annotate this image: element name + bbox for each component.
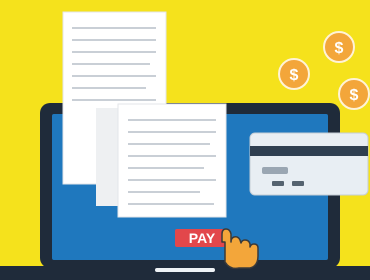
card-number-block bbox=[292, 181, 304, 186]
card-body bbox=[249, 132, 369, 196]
illustration-canvas: $ $ $ PAY bbox=[0, 0, 370, 280]
pay-button-label: PAY bbox=[189, 230, 216, 246]
invoice-front-page bbox=[96, 103, 227, 218]
card-number-block bbox=[272, 181, 284, 186]
invoice-page-fold bbox=[96, 108, 120, 206]
coin-icon: $ bbox=[278, 58, 310, 90]
coin-icon: $ bbox=[338, 78, 370, 110]
payment-illustration: $ $ $ PAY bbox=[0, 0, 370, 280]
card-chip bbox=[262, 167, 288, 174]
credit-card-icon bbox=[249, 132, 369, 196]
card-stripe bbox=[250, 146, 368, 156]
coin-symbol: $ bbox=[290, 67, 299, 84]
laptop-notch bbox=[155, 268, 215, 272]
coin-icon: $ bbox=[323, 31, 355, 63]
coin-symbol: $ bbox=[350, 87, 359, 104]
coin-symbol: $ bbox=[335, 40, 344, 57]
